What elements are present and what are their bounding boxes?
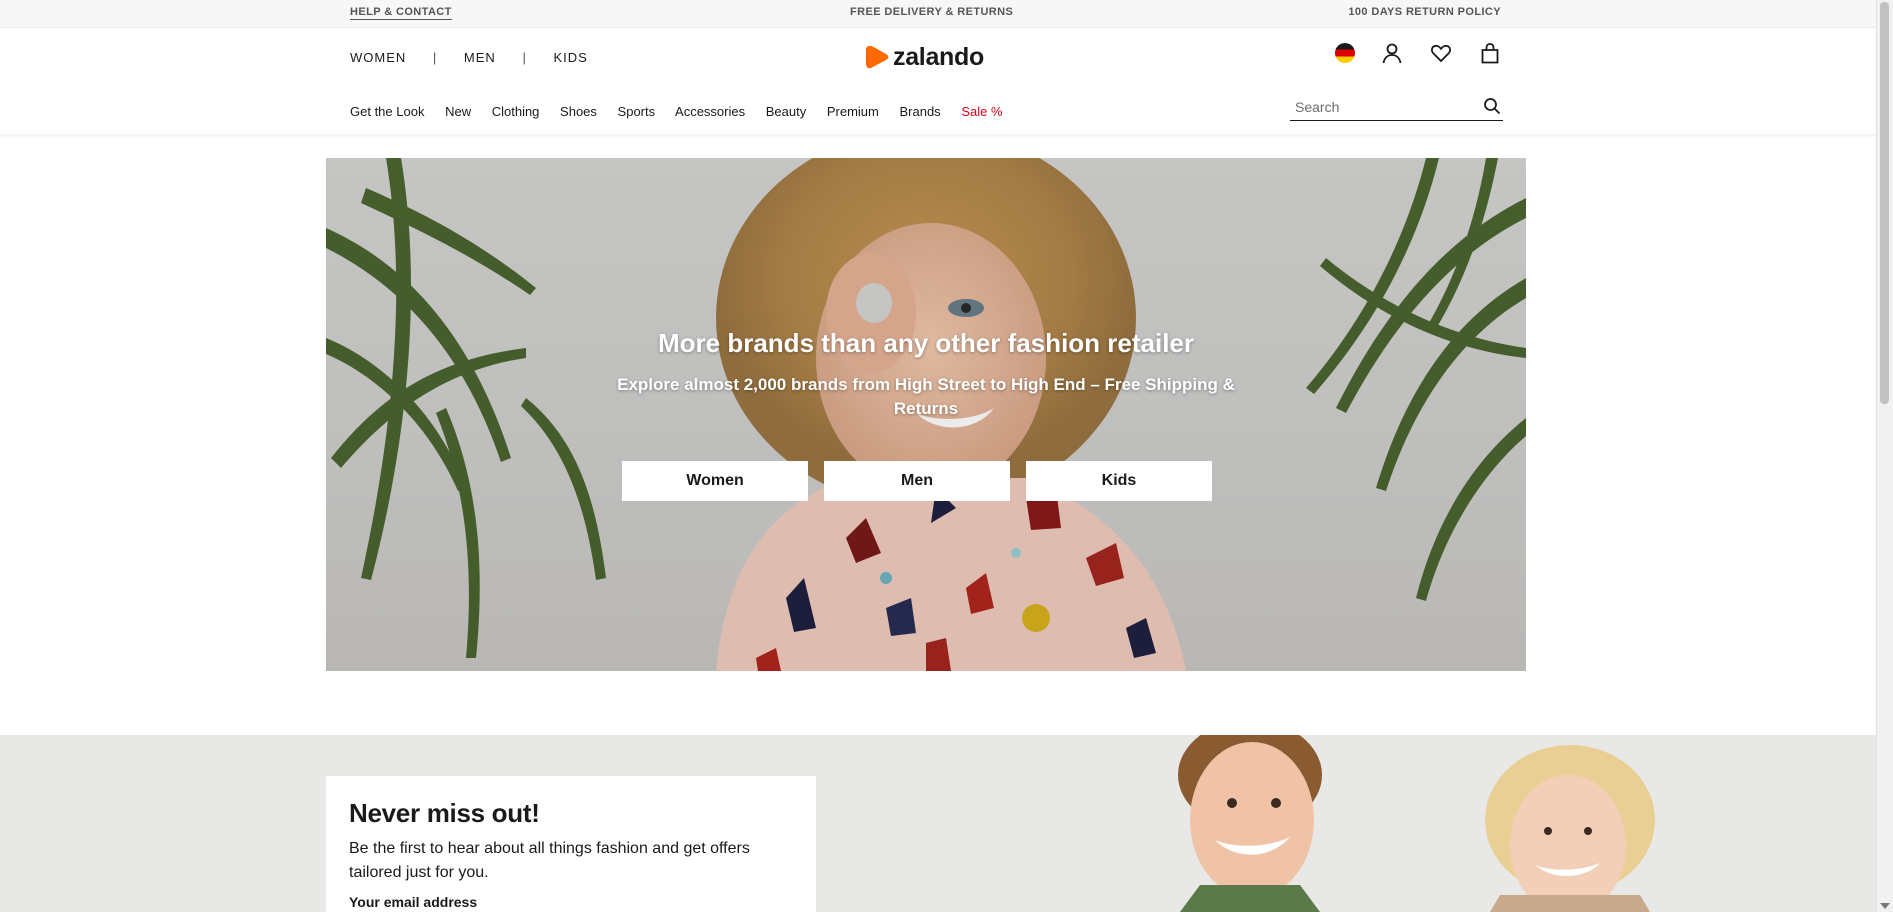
newsletter-background-image bbox=[1178, 735, 1655, 912]
nav-new[interactable]: New bbox=[445, 104, 471, 119]
category-nav: Get the Look New Clothing Shoes Sports A… bbox=[350, 104, 1020, 119]
email-field-label: Your email address bbox=[349, 894, 478, 910]
newsletter-title: Never miss out! bbox=[349, 798, 540, 828]
gender-women-link[interactable]: WOMEN bbox=[350, 50, 406, 65]
free-delivery-notice: FREE DELIVERY & RETURNS bbox=[850, 6, 1014, 18]
return-policy-notice: 100 DAYS RETURN POLICY bbox=[1348, 6, 1501, 18]
logo-mark-icon bbox=[866, 45, 889, 69]
user-icon[interactable] bbox=[1379, 40, 1405, 66]
hero-kids-button[interactable]: Kids bbox=[1026, 461, 1212, 501]
hero-women-button[interactable]: Women bbox=[622, 461, 808, 501]
hero-men-button[interactable]: Men bbox=[824, 461, 1010, 501]
newsletter-description: Be the first to hear about all things fa… bbox=[349, 840, 750, 881]
gender-separator: | bbox=[432, 50, 438, 65]
nav-beauty[interactable]: Beauty bbox=[766, 104, 806, 119]
hero-title: More brands than any other fashion retai… bbox=[658, 328, 1194, 358]
hero-subtitle: Explore almost 2,000 brands from High St… bbox=[617, 375, 1235, 418]
gender-kids-link[interactable]: KIDS bbox=[553, 50, 587, 65]
flag-germany-icon[interactable] bbox=[1332, 40, 1358, 66]
gender-nav: WOMEN | MEN | KIDS bbox=[350, 50, 588, 65]
nav-clothing[interactable]: Clothing bbox=[492, 104, 540, 119]
help-contact-link[interactable]: HELP & CONTACT bbox=[350, 6, 452, 20]
nav-sale[interactable]: Sale % bbox=[961, 104, 1002, 119]
gender-men-link[interactable]: MEN bbox=[464, 50, 496, 65]
newsletter-card: Never miss out! Be the first to hear abo… bbox=[326, 776, 816, 912]
nav-sports[interactable]: Sports bbox=[618, 104, 656, 119]
nav-brands[interactable]: Brands bbox=[899, 104, 940, 119]
shopping-bag-icon[interactable] bbox=[1477, 40, 1503, 66]
search-icon[interactable] bbox=[1483, 97, 1501, 120]
newsletter-section: Never miss out! Be the first to hear abo… bbox=[0, 735, 1877, 912]
search-input[interactable] bbox=[1293, 98, 1477, 116]
nav-accessories[interactable]: Accessories bbox=[675, 104, 745, 119]
gender-separator: | bbox=[522, 50, 527, 65]
hero-banner: More brands than any other fashion retai… bbox=[326, 158, 1526, 671]
nav-shoes[interactable]: Shoes bbox=[560, 104, 597, 119]
search-box bbox=[1290, 94, 1503, 121]
nav-get-the-look[interactable]: Get the Look bbox=[350, 104, 424, 119]
logo-wordmark: zalando bbox=[893, 42, 984, 71]
scroll-down-arrow-icon[interactable] bbox=[1880, 903, 1890, 909]
page-scrollbar[interactable] bbox=[1876, 0, 1893, 912]
heart-icon[interactable] bbox=[1428, 40, 1454, 66]
nav-premium[interactable]: Premium bbox=[827, 104, 879, 119]
scrollbar-thumb[interactable] bbox=[1880, 2, 1889, 404]
site-header: WOMEN | MEN | KIDS zalando Get the Look … bbox=[0, 28, 1877, 134]
top-utility-bar: HELP & CONTACT FREE DELIVERY & RETURNS 1… bbox=[0, 0, 1877, 28]
zalando-logo[interactable]: zalando bbox=[865, 42, 984, 72]
